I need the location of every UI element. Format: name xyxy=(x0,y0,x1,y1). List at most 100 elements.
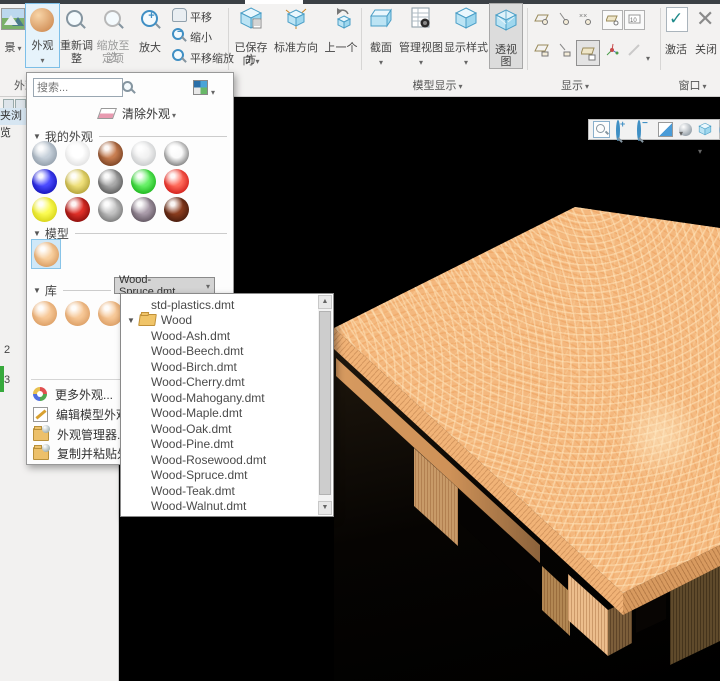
dropdown-item-label: Wood-Maple.dmt xyxy=(151,406,242,420)
appearance-swatch[interactable] xyxy=(164,197,189,222)
axis-tag-display-toggle[interactable] xyxy=(556,42,572,58)
display-more-arrow[interactable] xyxy=(646,48,650,66)
annotation-display-toggle[interactable]: 10 xyxy=(624,10,645,30)
search-icon[interactable] xyxy=(122,81,133,92)
gallery-view-arrow[interactable] xyxy=(211,82,215,100)
appearance-swatch[interactable] xyxy=(65,169,90,194)
section-model[interactable]: 模型 xyxy=(33,225,227,242)
dropdown-item-label: Wood-Pine.dmt xyxy=(151,437,233,451)
group-label-model-display[interactable]: 模型显示 xyxy=(390,77,485,93)
standard-orientation-button[interactable]: 标准方向 xyxy=(272,4,320,68)
zoom-out-icon[interactable]: − xyxy=(637,122,652,137)
library-file-dropdown[interactable]: Wood-Spruce.dmt xyxy=(114,277,215,294)
refit-button[interactable]: 重新调 整 xyxy=(60,4,93,67)
section-library[interactable]: 库 xyxy=(33,282,111,299)
tree-item[interactable]: 2 xyxy=(4,344,10,356)
graphics-toolbar: + − xyxy=(588,119,720,140)
scene-button[interactable]: 景 xyxy=(0,4,26,68)
folder-browser-tab[interactable]: 夹浏览 xyxy=(0,108,28,125)
axis-display-toggle[interactable] xyxy=(556,11,572,27)
display-style-button[interactable]: 显示样式 xyxy=(444,4,488,68)
dropdown-item[interactable]: Wood-Maple.dmt xyxy=(121,406,317,422)
manage-views-dropdown-arrow xyxy=(399,56,443,69)
dropdown-item[interactable]: Wood-Rosewood.dmt xyxy=(121,452,317,468)
dropdown-item[interactable]: Wood-Birch.dmt xyxy=(121,359,317,375)
svg-text:××: ×× xyxy=(579,13,587,20)
appearance-label: 外观 xyxy=(26,40,59,52)
appearance-swatch[interactable] xyxy=(164,141,189,166)
section-button[interactable]: 截面 xyxy=(364,4,398,68)
tree-highlight-bar xyxy=(0,366,4,392)
display-style-icon[interactable] xyxy=(698,122,713,137)
zoom-in-button[interactable]: + 放大 xyxy=(133,4,167,67)
appearance-swatch[interactable] xyxy=(98,141,123,166)
saved-orientations-button[interactable]: 已保存方 向 xyxy=(232,4,270,68)
dropdown-item[interactable]: Wood-Oak.dmt xyxy=(121,421,317,437)
appearance-swatch[interactable] xyxy=(98,197,123,222)
appearance-swatch[interactable] xyxy=(98,169,123,194)
activate-button[interactable]: 激活 xyxy=(662,4,690,67)
pan-zoom-button[interactable]: 平移缩放 xyxy=(172,49,234,64)
appearance-swatch[interactable] xyxy=(65,301,90,326)
csys-display-toggle[interactable] xyxy=(602,10,623,30)
manage-views-button[interactable]: 管理视图 xyxy=(399,4,443,68)
appearance-swatch[interactable] xyxy=(65,197,90,222)
plane-tag-display-toggle[interactable] xyxy=(534,42,550,58)
refit-icon[interactable] xyxy=(593,121,610,138)
appearance-swatch[interactable] xyxy=(32,301,57,326)
scroll-down-button[interactable]: ▼ xyxy=(318,501,332,515)
dropdown-item[interactable]: Wood-Mahogany.dmt xyxy=(121,390,317,406)
manage-views-icon xyxy=(409,6,433,30)
dropdown-item[interactable]: Wood-Pine.dmt xyxy=(121,437,317,453)
previous-view-button[interactable]: 上一个 xyxy=(322,4,360,68)
search-input[interactable] xyxy=(33,78,123,97)
axes-color-toggle[interactable] xyxy=(604,42,620,58)
appearance-swatch[interactable] xyxy=(131,197,156,222)
clear-appearance-button[interactable]: 清除外观 xyxy=(99,105,176,122)
dropdown-item[interactable]: Wood xyxy=(121,313,317,329)
appearance-swatch[interactable] xyxy=(32,141,57,166)
gallery-view-icon[interactable] xyxy=(193,80,208,95)
scroll-up-button[interactable]: ▲ xyxy=(318,295,332,309)
appearance-swatch[interactable] xyxy=(34,242,59,267)
close-window-button[interactable]: ✕ 关闭 xyxy=(692,4,720,67)
expand-arrow-icon[interactable] xyxy=(127,316,135,325)
zoom-out-label: 缩小 xyxy=(190,29,212,45)
dropdown-item[interactable]: Wood-Spruce.dmt xyxy=(121,468,317,484)
zoom-in-icon[interactable]: + xyxy=(616,122,631,137)
appearance-swatch[interactable] xyxy=(65,141,90,166)
appearance-swatch[interactable] xyxy=(131,169,156,194)
dropdown-item[interactable]: Wood-Walnut.dmt xyxy=(121,499,317,515)
dropdown-item[interactable]: Wood-Ash.dmt xyxy=(121,328,317,344)
tree-item[interactable]: 3 xyxy=(4,374,10,386)
perspective-label: 透视图 xyxy=(490,44,522,68)
standard-orientation-icon xyxy=(284,6,308,30)
dropdown-item[interactable]: Wood-Cherry.dmt xyxy=(121,375,317,391)
appearance-swatch[interactable] xyxy=(131,141,156,166)
plane-display-toggle[interactable] xyxy=(534,11,550,27)
repaint-icon[interactable] xyxy=(658,122,673,137)
render-style-icon[interactable] xyxy=(679,123,692,136)
appearance-swatch[interactable] xyxy=(164,169,189,194)
library-swatch-row xyxy=(32,301,123,326)
perspective-button[interactable]: 透视图 xyxy=(489,3,523,69)
dropdown-item[interactable]: Wood-Beech.dmt xyxy=(121,344,317,360)
pan-button[interactable]: 平移 xyxy=(172,8,230,23)
dropdown-item[interactable]: Wood-Teak.dmt xyxy=(121,483,317,499)
csys-tag-display-toggle[interactable] xyxy=(576,40,600,66)
dropdown-item[interactable]: std-plastics.dmt xyxy=(121,297,317,313)
model-appearance-swatch-holder xyxy=(34,242,59,267)
zoom-out-button[interactable]: − 缩小 xyxy=(172,28,230,43)
dropdown-item-label: Wood-Mahogany.dmt xyxy=(151,391,265,405)
appearance-swatch[interactable] xyxy=(32,169,57,194)
model-appearance-selected[interactable] xyxy=(31,239,61,269)
appearance-button[interactable]: 外观 xyxy=(25,3,60,68)
scrollbar-thumb[interactable] xyxy=(319,311,331,495)
dropdown-item-label: Wood-Spruce.dmt xyxy=(151,468,248,482)
group-label-display[interactable]: 显示 xyxy=(545,77,605,93)
appearance-swatch[interactable] xyxy=(32,197,57,222)
scrollbar[interactable]: ▲ ▼ xyxy=(318,295,332,515)
scene-label: 景 xyxy=(0,42,26,55)
point-display-toggle[interactable]: ×× xyxy=(578,11,594,27)
group-label-window[interactable]: 窗口 xyxy=(665,77,720,93)
